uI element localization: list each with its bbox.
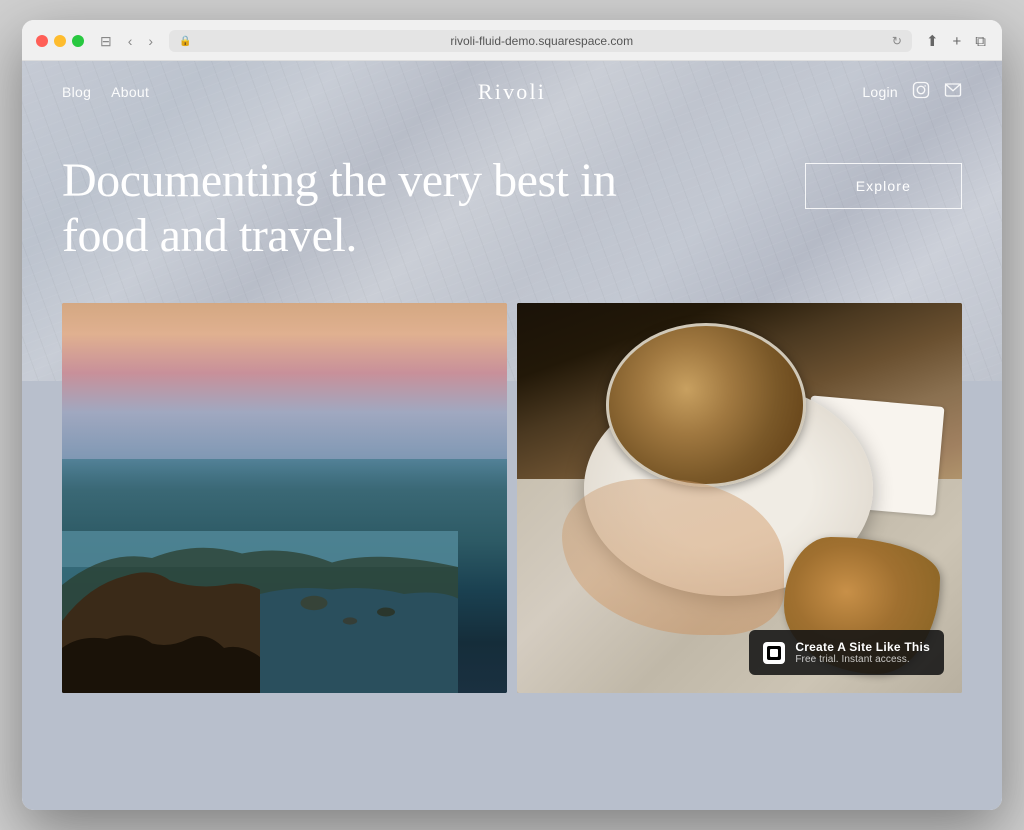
coastal-image-card xyxy=(62,303,507,693)
about-nav-link[interactable]: About xyxy=(111,84,149,100)
nav-left: Blog About xyxy=(62,84,362,100)
food-coffee-cup xyxy=(606,323,806,487)
sidebar-toggle-button[interactable]: ⊟ xyxy=(96,31,116,52)
website-content: Blog About Rivoli Login xyxy=(22,61,1002,810)
food-image-card: Create A Site Like This Free trial. Inst… xyxy=(517,303,962,693)
badge-title: Create A Site Like This xyxy=(795,640,930,654)
explore-button[interactable]: Explore xyxy=(805,163,962,209)
lock-icon: 🔒 xyxy=(179,36,191,47)
navigation: Blog About Rivoli Login xyxy=(22,61,1002,123)
duplicate-tab-button[interactable]: ⧉ xyxy=(973,31,988,52)
hero-headline: Documenting the very best in food and tr… xyxy=(62,153,622,263)
minimize-button[interactable] xyxy=(54,35,66,47)
close-button[interactable] xyxy=(36,35,48,47)
url-text: rivoli-fluid-demo.squarespace.com xyxy=(198,34,886,48)
browser-window: ⊟ ‹ › 🔒 rivoli-fluid-demo.squarespace.co… xyxy=(22,20,1002,810)
browser-actions: ⬆ + ⧉ xyxy=(924,30,988,52)
new-tab-button[interactable]: + xyxy=(951,31,964,52)
squarespace-badge[interactable]: Create A Site Like This Free trial. Inst… xyxy=(749,630,944,675)
login-nav-link[interactable]: Login xyxy=(862,84,898,100)
site-title[interactable]: Rivoli xyxy=(478,79,546,104)
address-bar[interactable]: 🔒 rivoli-fluid-demo.squarespace.com ↻ xyxy=(169,30,912,52)
nav-center: Rivoli xyxy=(362,79,662,105)
squarespace-logo-inner xyxy=(767,646,781,660)
badge-subtitle: Free trial. Instant access. xyxy=(795,654,930,665)
hero-section: Documenting the very best in food and tr… xyxy=(22,123,1002,303)
nav-right: Login xyxy=(662,81,962,104)
email-icon[interactable] xyxy=(944,81,962,104)
share-button[interactable]: ⬆ xyxy=(924,30,941,52)
blog-nav-link[interactable]: Blog xyxy=(62,84,91,100)
traffic-lights xyxy=(36,35,84,47)
badge-text: Create A Site Like This Free trial. Inst… xyxy=(795,640,930,665)
browser-chrome: ⊟ ‹ › 🔒 rivoli-fluid-demo.squarespace.co… xyxy=(22,20,1002,61)
images-section: Create A Site Like This Free trial. Inst… xyxy=(22,303,1002,810)
coastal-cliffs-svg xyxy=(62,459,458,693)
maximize-button[interactable] xyxy=(72,35,84,47)
coastal-image xyxy=(62,303,507,693)
forward-button[interactable]: › xyxy=(144,31,157,51)
coastal-sky xyxy=(62,303,507,459)
back-button[interactable]: ‹ xyxy=(124,31,137,51)
squarespace-logo-icon xyxy=(763,642,785,664)
instagram-icon[interactable] xyxy=(912,81,930,104)
browser-controls: ⊟ ‹ › xyxy=(96,31,157,52)
reload-button[interactable]: ↻ xyxy=(892,34,902,48)
